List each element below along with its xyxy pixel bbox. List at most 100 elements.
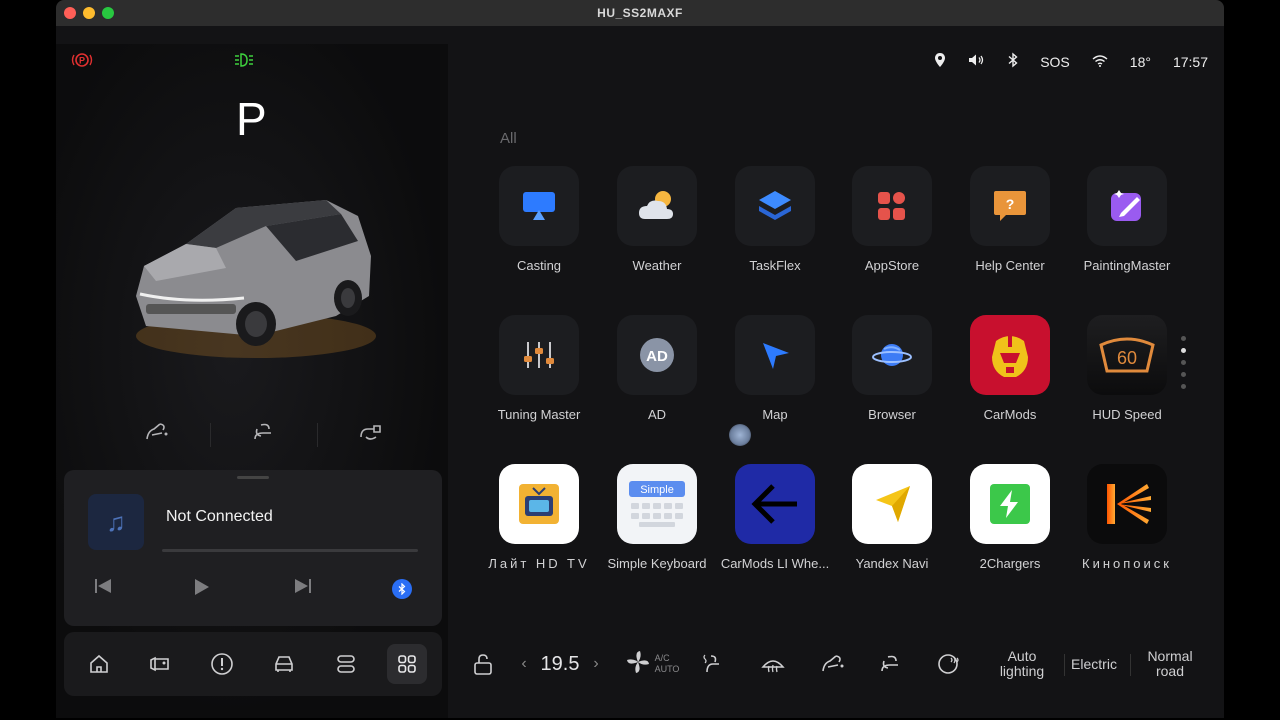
app-casting[interactable]: Casting xyxy=(480,166,598,273)
fan-icon xyxy=(625,649,651,680)
app-label: 2Chargers xyxy=(979,556,1041,571)
progress-bar[interactable] xyxy=(162,549,418,552)
window-titlebar: HU_SS2MAXF xyxy=(56,0,1224,26)
map-icon xyxy=(735,315,815,395)
bluetooth-icon[interactable] xyxy=(1008,52,1018,71)
temperature-increase-button[interactable]: › xyxy=(588,632,604,696)
app-label: Casting xyxy=(516,258,562,273)
app-browser[interactable]: Browser xyxy=(833,315,951,422)
ac-auto-button[interactable]: A/C AUTO xyxy=(622,632,682,696)
vehicle-icon[interactable] xyxy=(264,644,304,684)
app-hud-speed[interactable]: 60 HUD Speed xyxy=(1068,315,1186,422)
app-kinopoisk[interactable]: Кинопоиск xyxy=(1068,464,1186,571)
casting-icon xyxy=(499,166,579,246)
app-label: PaintingMaster xyxy=(1083,258,1171,273)
climate-bar: ‹ 19.5 › A/C AUTO Auto lighting Electric xyxy=(454,632,1224,696)
tv-icon xyxy=(499,464,579,544)
play-button[interactable] xyxy=(194,578,210,601)
app-label: Map xyxy=(762,407,788,422)
app-label: Weather xyxy=(632,258,682,273)
app-label: AD xyxy=(647,407,667,422)
status-bar: SOS 18° 17:57 xyxy=(934,52,1208,71)
painting-master-icon xyxy=(1087,166,1167,246)
clock: 17:57 xyxy=(1172,53,1208,70)
app-map[interactable]: Map xyxy=(716,315,834,422)
left-dock xyxy=(64,632,442,696)
app-label: TaskFlex xyxy=(749,258,801,273)
keyboard-icon-text: Simple xyxy=(640,484,674,496)
hud-speed-icon: 60 xyxy=(1087,315,1167,395)
drive-mode-button[interactable]: Electric xyxy=(1066,632,1122,696)
cabin-temperature: 19.5 xyxy=(540,652,580,675)
wifi-icon xyxy=(1092,54,1108,70)
arrow-left-icon xyxy=(735,464,815,544)
media-player: ♫ Not Connected xyxy=(64,470,442,626)
next-track-button[interactable] xyxy=(294,578,312,599)
gear-indicator: P xyxy=(236,93,267,145)
close-window-button[interactable] xyxy=(64,7,76,19)
app-2chargers[interactable]: 2Chargers xyxy=(951,464,1069,571)
drag-handle[interactable] xyxy=(237,476,269,479)
apps-grid-icon[interactable] xyxy=(387,644,427,684)
high-beam-icon xyxy=(233,52,255,71)
seat-heat-icon[interactable] xyxy=(700,632,726,696)
app-lite-hd-tv[interactable]: Лайт HD TV xyxy=(480,464,598,571)
app-taskflex[interactable]: TaskFlex xyxy=(716,166,834,273)
taskflex-icon xyxy=(735,166,815,246)
previous-track-button[interactable] xyxy=(94,578,112,599)
alert-icon[interactable] xyxy=(202,644,242,684)
app-label: AppStore xyxy=(864,258,920,273)
music-note-icon: ♫ xyxy=(88,494,144,550)
app-ad[interactable]: AD AD xyxy=(598,315,716,422)
seat-ventilation-icon[interactable] xyxy=(876,632,906,696)
passenger-seat-icon[interactable] xyxy=(358,421,384,448)
defrost-icon[interactable] xyxy=(758,632,788,696)
help-center-icon: ? xyxy=(970,166,1050,246)
auto-label: AUTO xyxy=(654,664,680,674)
volume-icon[interactable] xyxy=(968,53,986,70)
window-title: HU_SS2MAXF xyxy=(597,6,683,20)
appstore-icon xyxy=(852,166,932,246)
outside-temperature: 18° xyxy=(1129,53,1151,70)
app-label: Help Center xyxy=(975,258,1045,273)
seat-massage-icon[interactable] xyxy=(818,632,848,696)
app-help-center[interactable]: ? Help Center xyxy=(951,166,1069,273)
home-icon[interactable] xyxy=(79,644,119,684)
controls-icon[interactable] xyxy=(326,644,366,684)
kinopoisk-icon xyxy=(1087,464,1167,544)
head-unit-screen: P SOS 18° 17:57 P ♫ Not Connected All Ca… xyxy=(56,26,1224,718)
app-appstore[interactable]: AppStore xyxy=(833,166,951,273)
app-tuning-master[interactable]: Tuning Master xyxy=(480,315,598,422)
app-carmods-li-wheel[interactable]: CarMods LI Whe... xyxy=(716,464,834,571)
ad-icon-text: AD xyxy=(646,348,668,365)
driver-seat-icon[interactable] xyxy=(144,421,170,448)
location-icon xyxy=(934,52,946,71)
bluetooth-source-icon[interactable] xyxy=(392,579,412,599)
app-label: Yandex Navi xyxy=(855,556,929,571)
minimize-window-button[interactable] xyxy=(83,7,95,19)
rear-seat-icon[interactable] xyxy=(251,421,277,448)
keyboard-icon: Simple xyxy=(617,464,697,544)
hud-speed-value: 60 xyxy=(1117,348,1137,368)
app-carmods[interactable]: CarMods xyxy=(951,315,1069,422)
app-simple-keyboard[interactable]: Simple Simple Keyboard xyxy=(598,464,716,571)
vehicle-image xyxy=(126,186,376,366)
unlock-icon[interactable] xyxy=(468,632,498,696)
sos-button[interactable]: SOS xyxy=(1040,54,1070,70)
road-mode-button[interactable]: Normal road xyxy=(1138,632,1202,696)
app-paintingmaster[interactable]: PaintingMaster xyxy=(1068,166,1186,273)
yandex-navi-icon xyxy=(852,464,932,544)
app-weather[interactable]: Weather xyxy=(598,166,716,273)
category-label: All xyxy=(500,130,517,147)
ac-label: A/C xyxy=(654,653,670,663)
zoom-window-button[interactable] xyxy=(102,7,114,19)
app-label: Browser xyxy=(868,407,916,422)
app-yandex-navi[interactable]: Yandex Navi xyxy=(833,464,951,571)
steering-heat-icon[interactable] xyxy=(934,632,964,696)
auto-lighting-button[interactable]: Auto lighting xyxy=(986,632,1058,696)
camera-icon[interactable] xyxy=(140,644,180,684)
track-title: Not Connected xyxy=(166,508,273,525)
carmods-icon xyxy=(970,315,1050,395)
temperature-decrease-button[interactable]: ‹ xyxy=(516,632,532,696)
page-indicator[interactable] xyxy=(1181,336,1186,389)
